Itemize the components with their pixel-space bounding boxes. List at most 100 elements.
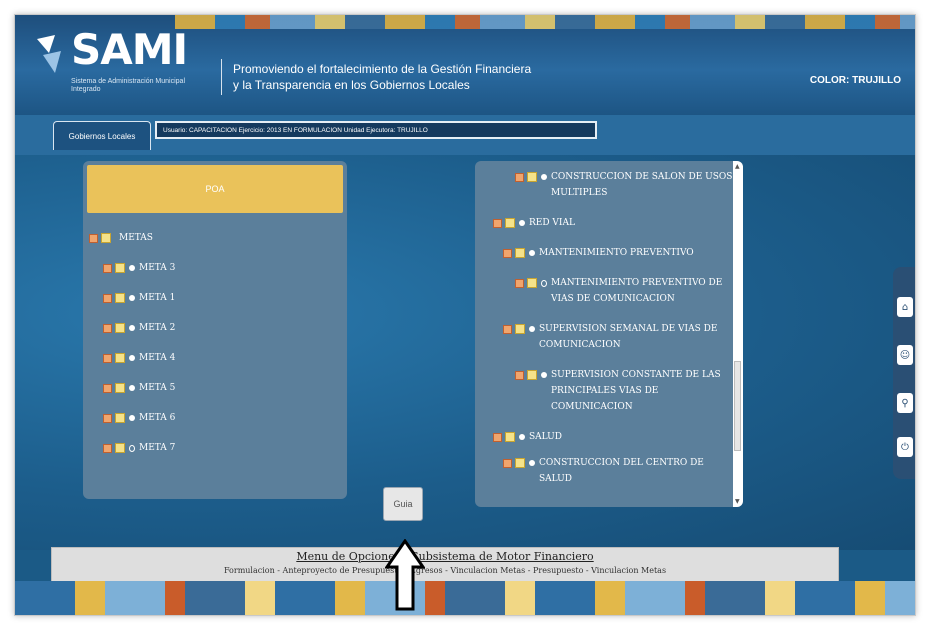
tree-node-label: METAS xyxy=(119,233,153,243)
folder-icon xyxy=(101,233,111,243)
tree-node-label: META 2 xyxy=(139,323,176,333)
session-info-bar: Usuario: CAPACITACION Ejercicio: 2013 EN… xyxy=(155,121,597,139)
expand-icon[interactable] xyxy=(103,263,112,273)
folder-icon xyxy=(115,353,125,363)
empty-bullet-icon xyxy=(541,279,547,287)
activities-panel: CONSTRUCCION DE SALON DE USOS MULTIPLES … xyxy=(475,161,743,507)
tree-node-activity[interactable]: CONSTRUCCION DE SALON DE USOS MULTIPLES xyxy=(475,169,733,201)
folder-icon xyxy=(515,324,525,334)
tree-node-subgroup[interactable]: MANTENIMIENTO PREVENTIVO xyxy=(475,245,733,261)
tree-node-metas[interactable]: METAS xyxy=(89,223,339,253)
tree-node-activity[interactable]: SUPERVISION CONSTANTE DE LAS PRINCIPALES… xyxy=(475,367,733,415)
poa-panel: POA METAS META 3 META 1 META 2 META 4 ME… xyxy=(83,161,347,499)
tree-node-label: SALUD xyxy=(529,432,562,442)
tree-node-meta[interactable]: META 5 xyxy=(89,373,339,403)
tree-node-label: META 6 xyxy=(139,413,176,423)
users-icon[interactable]: ☺ xyxy=(897,345,913,365)
app-window: SAMI Sistema de Administración Municipal… xyxy=(14,14,916,616)
bullet-icon xyxy=(129,385,135,391)
tree-node-meta[interactable]: META 7 xyxy=(89,433,339,463)
tree-node-meta[interactable]: META 4 xyxy=(89,343,339,373)
tree-node-group[interactable]: RED VIAL xyxy=(475,215,733,231)
folder-icon xyxy=(505,432,515,442)
folder-icon xyxy=(115,263,125,273)
options-menu-links[interactable]: Formulacion - Anteproyecto de Presupuest… xyxy=(52,566,838,575)
expand-icon[interactable] xyxy=(515,370,524,380)
scroll-thumb[interactable] xyxy=(734,361,741,451)
tree-node-label: SUPERVISION CONSTANTE DE LAS PRINCIPALES… xyxy=(551,370,721,412)
bullet-icon xyxy=(519,434,525,440)
expand-icon[interactable] xyxy=(103,383,112,393)
folder-icon xyxy=(115,443,125,453)
tree-node-meta[interactable]: META 2 xyxy=(89,313,339,343)
tree-node-meta[interactable]: META 3 xyxy=(89,253,339,283)
tree-node-label: CONSTRUCCION DE SALON DE USOS MULTIPLES xyxy=(551,172,733,198)
options-menu: Menu de Opciones - Subsistema de Motor F… xyxy=(51,547,839,583)
expand-icon[interactable] xyxy=(103,413,112,423)
folder-icon xyxy=(515,458,525,468)
power-icon[interactable]: ⏻ xyxy=(897,437,913,457)
tree-node-meta[interactable]: META 1 xyxy=(89,283,339,313)
tab-bar: Gobiernos Locales Usuario: CAPACITACION … xyxy=(15,115,915,155)
expand-icon[interactable] xyxy=(103,353,112,363)
bullet-icon xyxy=(129,325,135,331)
folder-icon xyxy=(115,323,125,333)
tree-node-meta[interactable]: META 6 xyxy=(89,403,339,433)
tree-node-label: META 5 xyxy=(139,383,176,393)
bullet-icon xyxy=(129,355,135,361)
tree-node-label: MANTENIMIENTO PREVENTIVO xyxy=(539,248,694,258)
bullet-icon xyxy=(129,415,135,421)
folder-icon xyxy=(115,383,125,393)
collapse-icon[interactable] xyxy=(493,432,502,442)
tagline-line-2: y la Transparencia en los Gobiernos Loca… xyxy=(233,78,470,92)
tree-node-activity[interactable]: MANTENIMIENTO PREVENTIVO DE VIAS DE COMU… xyxy=(475,275,733,307)
poa-header[interactable]: POA xyxy=(87,165,343,213)
header-decoration xyxy=(175,15,915,29)
expand-icon[interactable] xyxy=(103,323,112,333)
scroll-up-icon[interactable]: ▲ xyxy=(735,163,740,170)
tree-node-label: META 7 xyxy=(139,443,176,453)
logo-subtitle: Sistema de Administración Municipal Inte… xyxy=(71,78,185,93)
bullet-icon xyxy=(129,265,135,271)
vertical-scrollbar[interactable]: ▲ ▼ xyxy=(733,161,743,507)
footer-decoration xyxy=(15,581,915,615)
bullet-icon xyxy=(519,220,525,226)
tree-node-label: META 4 xyxy=(139,353,176,363)
main-content: POA METAS META 3 META 1 META 2 META 4 ME… xyxy=(15,155,915,550)
bullet-icon xyxy=(529,326,535,332)
expand-icon[interactable] xyxy=(103,293,112,303)
collapse-icon[interactable] xyxy=(503,324,512,334)
options-menu-title[interactable]: Menu de Opciones - Subsistema de Motor F… xyxy=(52,550,838,563)
collapse-icon[interactable] xyxy=(493,218,502,228)
header-divider xyxy=(221,59,222,95)
folder-icon xyxy=(115,413,125,423)
bullet-icon xyxy=(541,174,547,180)
folder-icon xyxy=(527,278,537,288)
expand-icon[interactable] xyxy=(515,172,524,182)
expand-icon[interactable] xyxy=(103,443,112,453)
bullet-icon xyxy=(541,372,547,378)
tree-node-label: RED VIAL xyxy=(529,218,575,228)
tagline: Promoviendo el fortalecimiento de la Ges… xyxy=(233,61,531,93)
collapse-icon[interactable] xyxy=(503,248,512,258)
home-icon[interactable]: ⌂ xyxy=(897,297,913,317)
collapse-icon[interactable] xyxy=(503,458,512,468)
expand-icon[interactable] xyxy=(515,278,524,288)
tagline-line-1: Promoviendo el fortalecimiento de la Ges… xyxy=(233,62,532,76)
side-toolbar: ⌂ ☺ ⚲ ⏻ xyxy=(893,267,915,479)
folder-icon xyxy=(505,218,515,228)
scroll-down-icon[interactable]: ▼ xyxy=(735,498,740,505)
bullet-icon xyxy=(129,295,135,301)
entity-label: COLOR: TRUJILLO xyxy=(809,75,901,86)
tree-node-subgroup[interactable]: CONSTRUCCION DEL CENTRO DE SALUD xyxy=(475,455,733,487)
tab-gobiernos-locales[interactable]: Gobiernos Locales xyxy=(53,121,151,150)
tree-node-subgroup[interactable]: SUPERVISION SEMANAL DE VIAS DE COMUNICAC… xyxy=(475,321,733,353)
help-icon[interactable]: ⚲ xyxy=(897,393,913,413)
collapse-icon[interactable] xyxy=(89,233,98,243)
sami-logo-icon xyxy=(37,35,61,73)
tree-node-group[interactable]: SALUD xyxy=(475,429,733,445)
guia-button[interactable]: Guia xyxy=(383,487,423,521)
activities-tree: CONSTRUCCION DE SALON DE USOS MULTIPLES … xyxy=(475,169,733,487)
folder-icon xyxy=(515,248,525,258)
bullet-icon xyxy=(529,250,535,256)
